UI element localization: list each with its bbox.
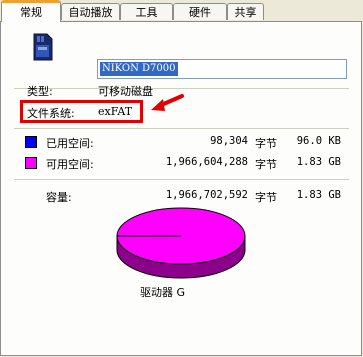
tab-bar: 常规 自动播放 工具 硬件 共享 — [0, 0, 363, 22]
red-arrow-icon — [151, 94, 184, 111]
used-bytes: 98,304 — [210, 135, 248, 147]
divider — [14, 179, 349, 180]
free-label: 可用空间: — [46, 158, 94, 171]
filesystem-label: 文件系统: — [27, 107, 75, 120]
tab-sharing[interactable]: 共享 — [227, 3, 264, 20]
free-color-swatch — [25, 157, 37, 169]
tab-autoplay[interactable]: 自动播放 — [61, 3, 120, 20]
used-label: 已用空间: — [46, 137, 94, 150]
disk-usage-pie-chart — [116, 207, 246, 279]
capacity-bytes: 1,966,702,592 — [165, 189, 248, 201]
used-size: 96.0 KB — [296, 135, 341, 147]
type-value: 可移动磁盘 — [98, 85, 153, 98]
drive-name-text: NIKON D7000 — [100, 62, 178, 76]
drive-letter-label: 驱动器 G — [140, 286, 186, 299]
divider — [14, 128, 349, 129]
divider — [14, 88, 349, 89]
free-unit: 字节 — [255, 158, 277, 171]
capacity-label: 容量: — [46, 191, 72, 204]
tab-tools[interactable]: 工具 — [120, 3, 173, 20]
used-color-swatch — [25, 136, 37, 148]
filesystem-value: exFAT — [98, 105, 133, 118]
tab-general[interactable]: 常规 — [1, 0, 61, 22]
properties-panel: NIKON D7000 类型: 可移动磁盘 文件系统: exFAT 已用空间: … — [0, 21, 362, 356]
type-label: 类型: — [27, 85, 53, 98]
tab-hardware[interactable]: 硬件 — [173, 3, 227, 20]
free-bytes: 1,966,604,288 — [165, 156, 248, 168]
used-unit: 字节 — [255, 137, 277, 150]
sd-card-icon — [33, 33, 53, 61]
free-size: 1.83 GB — [296, 156, 341, 168]
capacity-size: 1.83 GB — [296, 189, 341, 201]
drive-name-input[interactable]: NIKON D7000 — [97, 59, 347, 79]
capacity-unit: 字节 — [255, 191, 277, 204]
